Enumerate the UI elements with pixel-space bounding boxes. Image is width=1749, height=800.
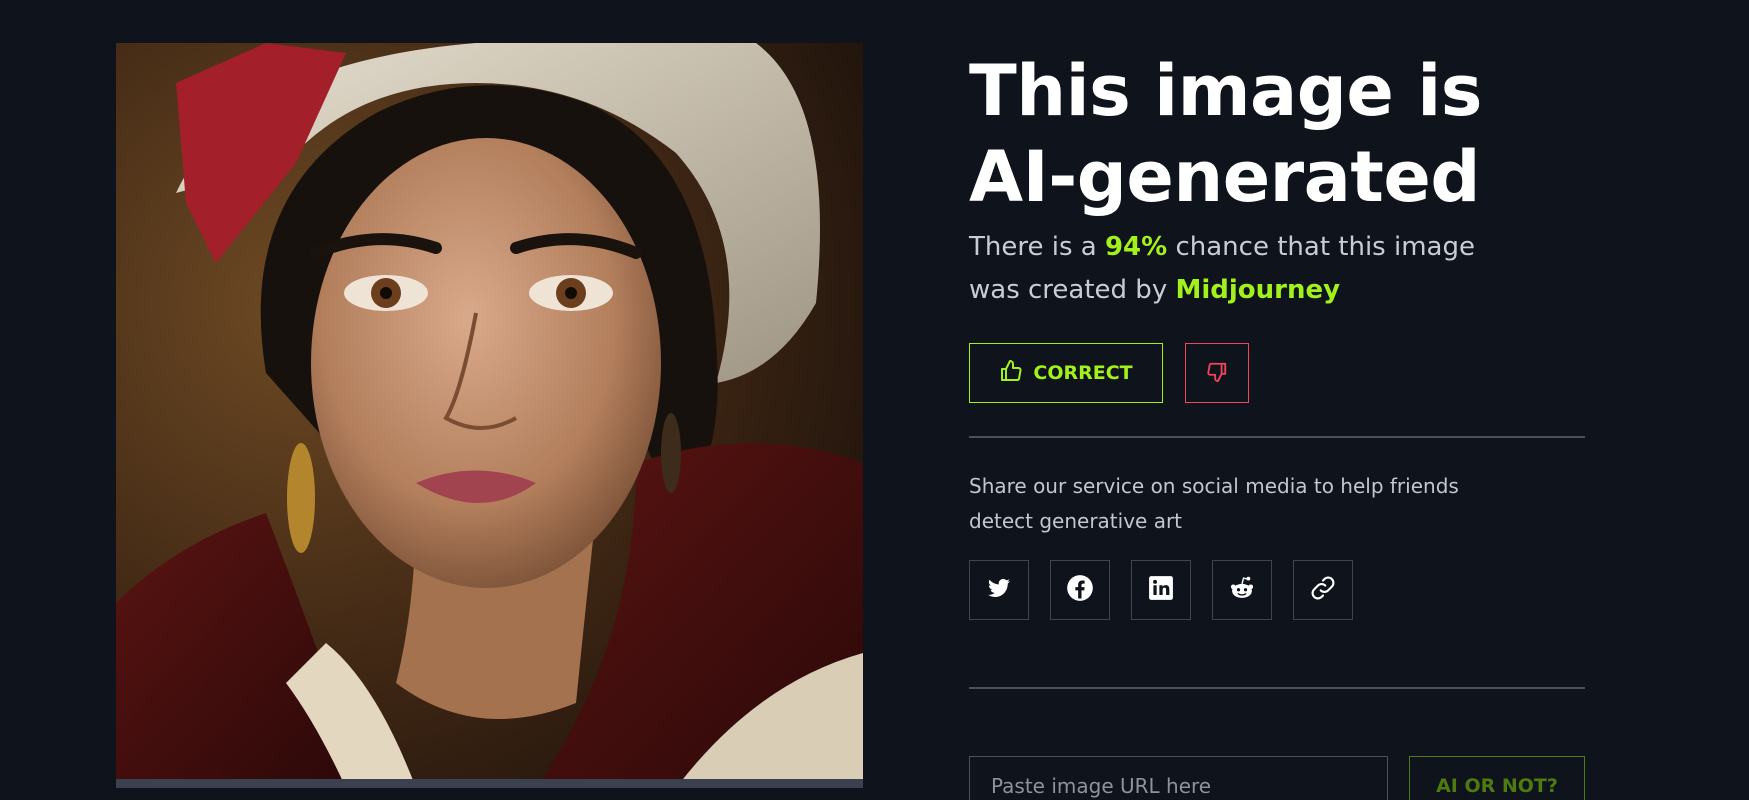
thumbs-up-icon	[999, 359, 1023, 388]
analyzed-image	[116, 43, 863, 788]
ai-or-not-button[interactable]: AI OR NOT?	[1409, 756, 1585, 800]
incorrect-button[interactable]	[1185, 343, 1249, 403]
share-twitter-button[interactable]	[969, 560, 1029, 620]
image-url-input[interactable]	[969, 756, 1388, 800]
result-subtitle: There is a 94% chance that this image wa…	[969, 226, 1529, 312]
link-icon	[1309, 574, 1337, 606]
section-divider	[969, 436, 1585, 438]
reddit-icon	[1228, 574, 1256, 606]
correct-button[interactable]: CORRECT	[969, 343, 1163, 403]
section-divider	[969, 687, 1585, 689]
thumbs-down-icon	[1206, 361, 1228, 386]
subtitle-prefix: There is a	[969, 232, 1105, 262]
facebook-icon	[1066, 574, 1094, 606]
correct-button-label: CORRECT	[1033, 362, 1133, 384]
share-facebook-button[interactable]	[1050, 560, 1110, 620]
share-reddit-button[interactable]	[1212, 560, 1272, 620]
copy-link-button[interactable]	[1293, 560, 1353, 620]
image-scroll-indicator	[116, 779, 863, 788]
share-description: Share our service on social media to hel…	[969, 474, 1459, 533]
probability-value: 94%	[1104, 232, 1168, 262]
page: This image is AI-generated There is a 94…	[0, 0, 1749, 800]
portrait-illustration	[116, 43, 863, 788]
twitter-icon	[987, 576, 1011, 604]
linkedin-icon	[1148, 575, 1174, 605]
share-linkedin-button[interactable]	[1131, 560, 1191, 620]
generator-name: Midjourney	[1175, 275, 1341, 305]
result-title: This image is AI-generated	[969, 50, 1482, 218]
